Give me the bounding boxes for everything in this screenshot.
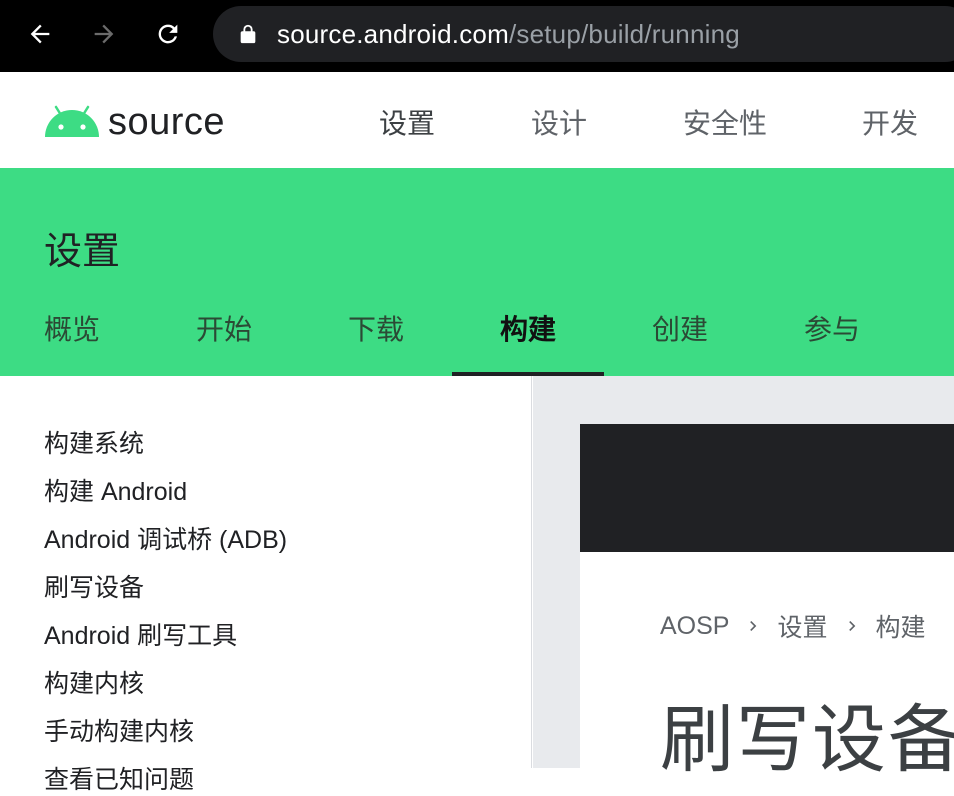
tab-start[interactable]: 开始 [196,308,252,376]
android-robot-icon [45,105,99,137]
lock-icon [240,24,256,44]
tab-contribute[interactable]: 参与 [804,308,860,376]
android-source-logo[interactable]: source [44,100,225,144]
page-title: 刷写设备 [660,698,954,781]
tab-download[interactable]: 下载 [348,308,404,376]
back-button[interactable] [20,14,60,54]
top-nav-security[interactable]: 安全性 [683,102,767,142]
address-bar[interactable]: source.android.com/setup/build/running [213,6,954,62]
sidebar-item-build-kernels[interactable]: 构建内核 [44,664,144,700]
url-path: /setup/build/running [508,18,740,49]
top-nav-develop[interactable]: 开发 [862,102,918,142]
sidebar-item-adb[interactable]: Android 调试桥 (ADB) [44,520,287,556]
section-title: 设置 [44,231,121,273]
logo-text: source [108,100,226,143]
site-header: source 设置 设计 安全性 开发 [0,72,954,168]
left-sidebar: 构建系统 构建 Android Android 调试桥 (ADB) 刷写设备 A… [0,376,532,794]
tab-create[interactable]: 创建 [652,308,708,376]
arrow-left-icon [30,24,50,44]
url-host: source.android.com [277,18,509,49]
browser-toolbar: source.android.com/setup/build/running [0,0,954,72]
top-nav-setup[interactable]: 设置 [379,102,435,142]
section-banner: 设置 概览 开始 下载 构建 创建 参与 [0,168,954,376]
forward-button[interactable] [84,14,124,54]
chevron-right-icon [750,621,757,631]
breadcrumb-setup[interactable]: 设置 [777,608,827,644]
url-text: source.android.com/setup/build/running [277,19,740,50]
card-header-banner [580,424,954,552]
content-card: AOSP 设置 构建 刷写设备 [580,424,954,781]
sidebar-item-build-android[interactable]: 构建 Android [44,472,187,508]
top-nav-design[interactable]: 设计 [531,102,587,142]
sidebar-item-flash-devices[interactable]: 刷写设备 [44,568,144,604]
tab-overview[interactable]: 概览 [44,308,100,376]
sidebar-item-manual-kernels[interactable]: 手动构建内核 [44,712,194,748]
reload-button[interactable] [148,14,188,54]
reload-icon [158,24,178,44]
breadcrumb: AOSP 设置 构建 [660,608,926,644]
chevron-right-icon [848,621,855,631]
sidebar-item-known-issues[interactable]: 查看已知问题 [44,760,194,796]
breadcrumb-build[interactable]: 构建 [876,608,926,644]
breadcrumb-aosp[interactable]: AOSP [660,612,729,641]
tab-build[interactable]: 构建 [500,308,556,376]
arrow-right-icon [94,24,114,44]
sidebar-item-build-system[interactable]: 构建系统 [44,424,144,460]
sidebar-item-flash-tool[interactable]: Android 刷写工具 [44,616,237,652]
